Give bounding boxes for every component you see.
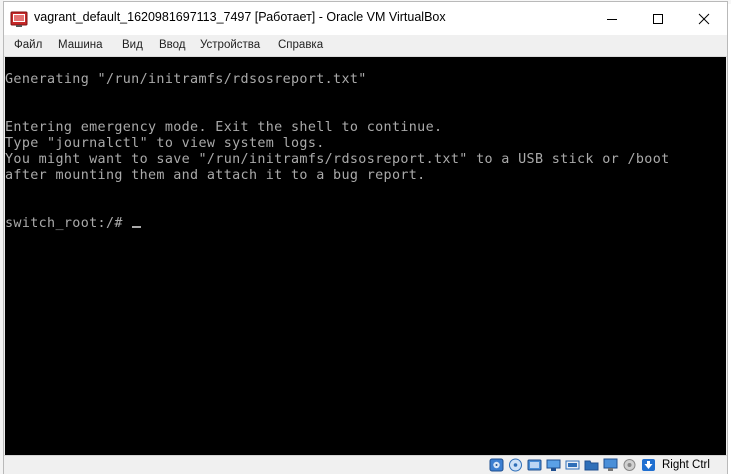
title-bar[interactable]: vagrant_default_1620981697113_7497 [Рабо…	[4, 2, 727, 35]
console-line: Type "journalctl" to view system logs.	[5, 136, 325, 151]
console-line: Entering emergency mode. Exit the shell …	[5, 120, 443, 135]
arrow-down-icon[interactable]	[641, 458, 656, 472]
shared-folders-icon[interactable]	[584, 458, 599, 472]
close-button[interactable]	[681, 2, 727, 35]
menu-machine[interactable]: Машина	[58, 39, 103, 51]
shell-prompt: switch_root:/#	[5, 216, 132, 231]
audio-icon[interactable]	[527, 458, 542, 472]
menu-input[interactable]: Ввод	[159, 39, 186, 51]
text-cursor	[132, 226, 142, 228]
virtualbox-app-icon[interactable]	[10, 10, 28, 28]
vm-console-screen[interactable]: Generating "/run/initramfs/rdsosreport.t…	[5, 57, 726, 455]
menu-devices[interactable]: Устройства	[200, 39, 260, 51]
maximize-button[interactable]	[635, 2, 681, 35]
hard-disk-icon[interactable]	[489, 458, 504, 472]
maximize-icon	[653, 13, 663, 24]
menu-bar: Файл Машина Вид Ввод Устройства Справка	[4, 35, 727, 57]
host-key-label[interactable]: Right Ctrl	[662, 459, 710, 471]
network-icon[interactable]	[546, 458, 561, 472]
window-title: vagrant_default_1620981697113_7497 [Рабо…	[34, 10, 446, 24]
console-line: You might want to save "/run/initramfs/r…	[5, 152, 670, 167]
virtualbox-window: vagrant_default_1620981697113_7497 [Рабо…	[3, 1, 728, 474]
video-capture-icon[interactable]	[622, 458, 637, 472]
console-line: after mounting them and attach it to a b…	[5, 168, 426, 183]
console-line: Generating "/run/initramfs/rdsosreport.t…	[5, 72, 367, 87]
menu-view[interactable]: Вид	[122, 39, 143, 51]
console-prompt-line: switch_root:/#	[5, 216, 142, 232]
usb-icon[interactable]	[565, 458, 580, 472]
minimize-button[interactable]	[589, 2, 635, 35]
optical-drive-icon[interactable]	[508, 458, 523, 472]
menu-file[interactable]: Файл	[14, 39, 42, 51]
close-icon	[698, 13, 710, 24]
status-bar: Right Ctrl	[4, 455, 727, 474]
menu-help[interactable]: Справка	[278, 39, 323, 51]
minimize-icon	[607, 18, 617, 20]
display-icon[interactable]	[603, 458, 618, 472]
